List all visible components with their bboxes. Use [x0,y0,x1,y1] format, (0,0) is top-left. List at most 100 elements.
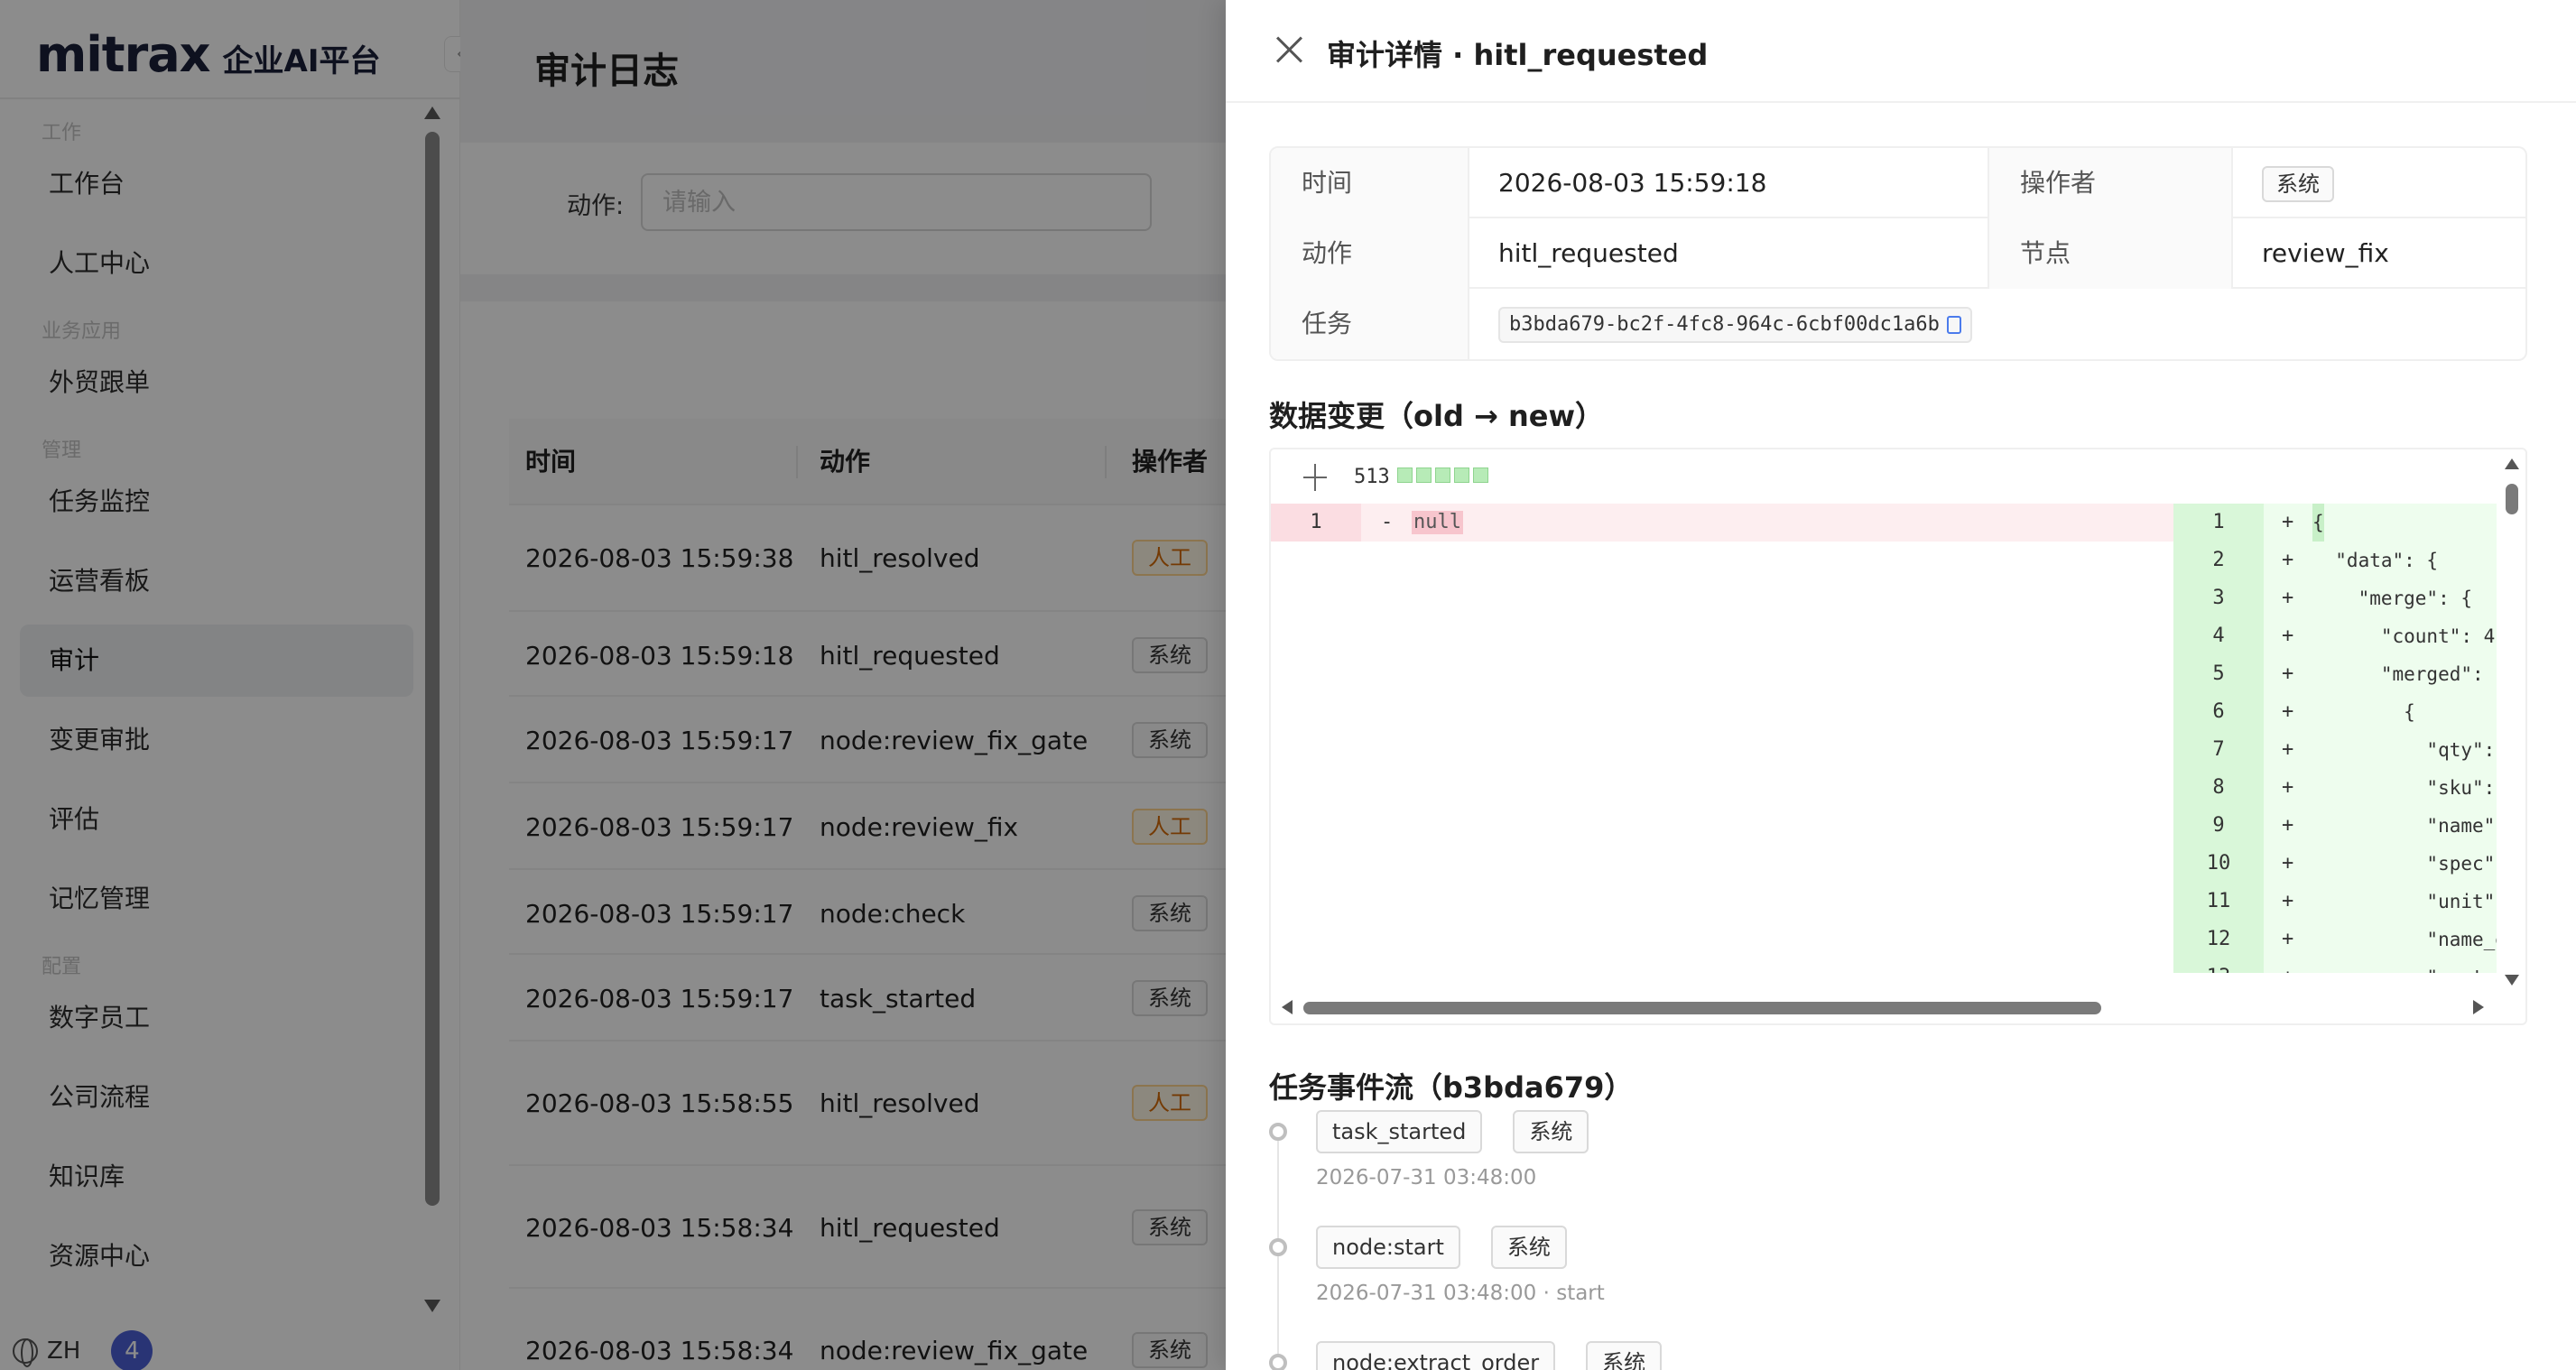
detail-row: 时间 2026-08-03 15:59:18 操作者 系统 [1271,148,2525,218]
diff-vertical-scrollbar[interactable] [2497,449,2525,991]
scroll-thumb[interactable] [1303,1002,2101,1014]
added-line: 10 + "spec": [2173,845,2497,883]
added-line-number: 9 [2212,814,2225,837]
added-line-number: 3 [2212,587,2225,609]
added-sign: + [2282,890,2294,912]
timeline-tags: node:start 系统 [1316,1226,1567,1269]
added-sign: + [2282,662,2294,685]
diff-stat-block [1416,467,1432,483]
close-icon[interactable] [1274,34,1303,63]
added-code: { [2312,504,2324,542]
added-line: 11 + "unit": [2173,883,2497,921]
diff-change-count: 513 [1354,466,1390,488]
removed-line-number: 1 [1271,504,1361,542]
added-code: "sku": [2312,777,2496,799]
event-actor-tag: 系统 [1586,1341,1663,1370]
added-sign: + [2282,852,2294,875]
detail-row: 动作 hitl_requested 节点 review_fix [1271,218,2525,289]
event-actor-tag: 系统 [1513,1110,1589,1153]
added-line: 2 + "data": { [2173,542,2497,579]
added-line-number: 8 [2212,776,2225,799]
added-code: "count": 4, [2312,625,2497,647]
added-line: 7 + "qty": [2173,731,2497,769]
detail-value-action: hitl_requested [1498,238,1679,268]
added-sign: + [2282,738,2294,761]
expand-icon[interactable] [1303,464,1327,491]
added-code: "unit": [2312,891,2497,912]
drawer-mask[interactable] [0,0,1226,1370]
detail-row: 任务 b3bda679-bc2f-4fc8-964c-6cbf00dc1a6b [1271,289,2525,359]
diff-old-pane: 1 - null [1271,504,2173,973]
drawer-title: 审计详情 · hitl_requested [1327,38,1709,72]
event-name-tag: node:start [1316,1226,1460,1269]
added-line: 4 + "count": 4, [2173,617,2497,655]
added-line-number: 11 [2206,890,2231,912]
added-line-number: 7 [2212,738,2225,761]
added-code: "merge": { [2312,588,2473,609]
added-line-number: 4 [2212,625,2225,647]
task-id: b3bda679-bc2f-4fc8-964c-6cbf00dc1a6b [1509,313,1940,336]
event-meta: 2026-07-31 03:48:00 · start [1316,1282,1605,1305]
added-line: 9 + "name": [2173,807,2497,845]
added-line-number: 2 [2212,549,2225,571]
diff-section-title: 数据变更（old → new） [1269,399,1605,433]
event-actor-tag: 系统 [1490,1226,1567,1269]
detail-label-task: 任务 [1271,289,1468,359]
detail-value-node: review_fix [2262,238,2389,268]
added-sign: + [2282,958,2293,973]
detail-label-action: 动作 [1271,218,1468,289]
diff-viewer: 513 1 - null 1 +{ 2 + "data": { 3 + "merge"… [1269,448,2527,1025]
added-line-number: 1 [2212,511,2225,533]
added-code: "data": { [2312,550,2439,571]
added-code: "carton [2312,958,2497,973]
event-name-tag: task_started [1316,1110,1483,1153]
added-sign: + [2282,587,2294,609]
detail-label-actor: 操作者 [1989,148,2231,218]
timeline-dot-icon [1269,1238,1287,1256]
detail-descriptions: 时间 2026-08-03 15:59:18 操作者 系统 动作 hitl_re… [1269,146,2527,361]
added-sign: + [2282,814,2294,837]
added-sign: + [2282,549,2294,571]
detail-value-actor: 系统 [2233,148,2525,218]
added-sign: + [2282,625,2294,647]
added-line-number: 13 [2173,958,2264,973]
added-line: 13 + "carton [2173,958,2497,973]
scroll-thumb[interactable] [2506,484,2518,514]
added-code: "name": [2312,815,2497,837]
added-code: "qty": [2312,739,2496,761]
removed-code: null [1412,511,1463,534]
scroll-up-arrow-icon[interactable] [2505,458,2519,469]
scroll-right-arrow-icon[interactable] [2473,1000,2484,1014]
audit-detail-drawer: 审计详情 · hitl_requested 时间 2026-08-03 15:5… [1226,0,2576,1370]
added-sign: + [2282,511,2294,533]
copy-icon[interactable] [1946,316,1961,334]
added-sign: + [2282,776,2294,799]
diff-stat-blocks [1397,467,1488,483]
added-code: "spec": [2312,853,2497,875]
detail-value-time: 2026-08-03 15:59:18 [1498,168,1767,198]
diff-stat-block [1397,467,1413,483]
added-line-number: 10 [2206,852,2231,875]
added-sign: + [2282,928,2294,950]
removed-sign: - [1381,511,1394,533]
diff-toolbar: 513 [1271,449,2525,504]
timeline-tags: task_started 系统 [1316,1110,1589,1153]
added-line-number: 12 [2206,928,2231,950]
added-line: 5 + "merged": [ [2173,655,2497,693]
diff-stat-block [1473,467,1488,483]
task-id-chip[interactable]: b3bda679-bc2f-4fc8-964c-6cbf00dc1a6b [1498,307,1972,343]
added-line: 12 + "name_e [2173,921,2497,958]
added-line-number: 5 [2212,662,2225,685]
timeline-dot-icon [1269,1123,1287,1141]
diff-new-pane: 1 + { 2 + "data": { 3 + "merge": { 4 + "count… [2173,504,2497,973]
diff-stat-block [1454,467,1469,483]
detail-value-task: b3bda679-bc2f-4fc8-964c-6cbf00dc1a6b [1469,289,2525,359]
scroll-down-arrow-icon[interactable] [2505,975,2519,986]
events-section-title: 任务事件流（b3bda679） [1269,1070,1634,1105]
actor-badge: 系统 [2262,166,2334,202]
scroll-left-arrow-icon[interactable] [1282,1000,1293,1014]
added-line: 6 + { [2173,693,2497,731]
added-line: 1 + { [2173,504,2497,542]
removed-line: 1 - null [1271,504,2173,542]
diff-horizontal-scrollbar[interactable] [1271,991,2525,1023]
